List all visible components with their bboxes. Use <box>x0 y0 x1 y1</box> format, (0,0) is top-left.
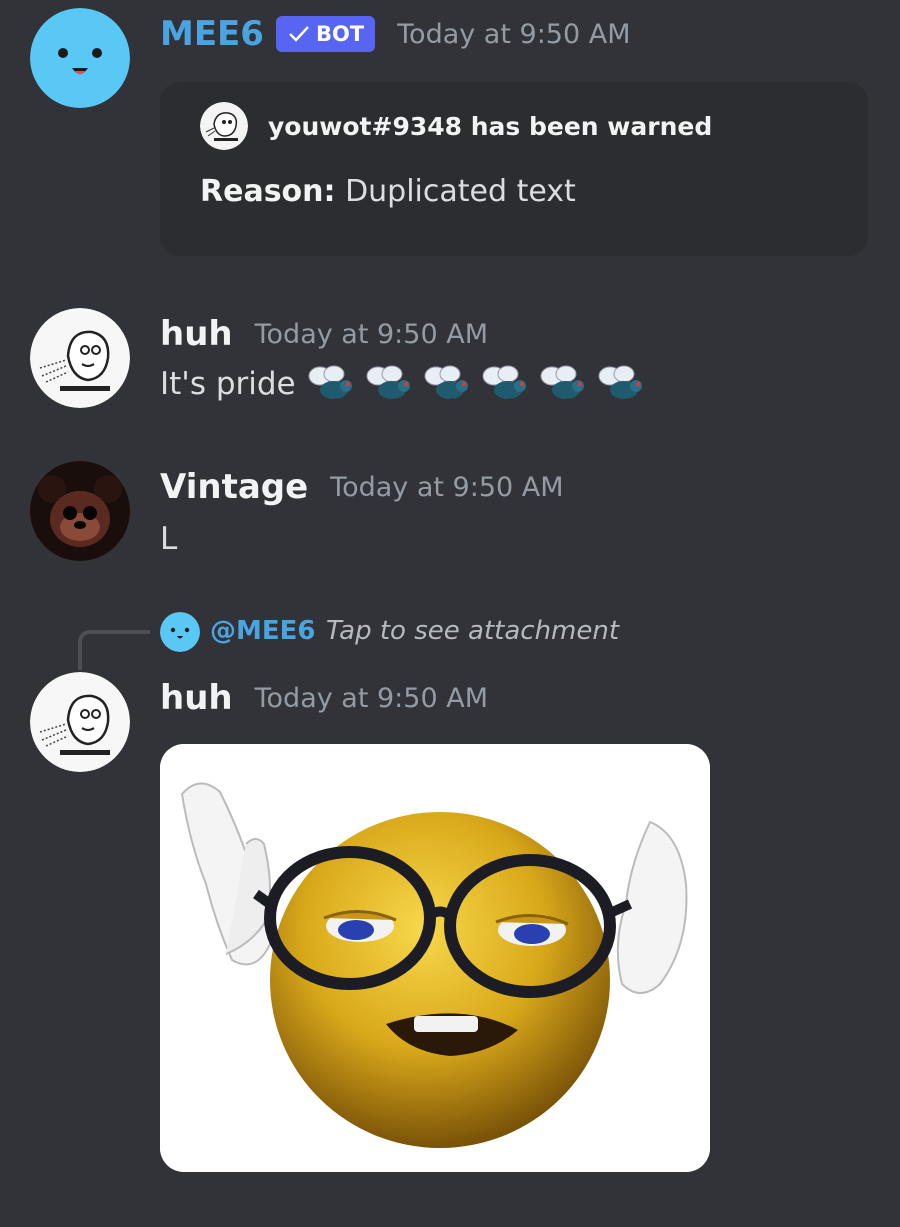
author-name[interactable]: Vintage <box>160 467 308 507</box>
timestamp: Today at 9:50 AM <box>397 18 631 50</box>
image-attachment[interactable] <box>160 744 710 1172</box>
fly-emoji[interactable] <box>422 364 474 404</box>
reply-reference[interactable]: @MEE6 Tap to see attachment <box>0 610 900 670</box>
message-text: It's pride <box>160 366 296 402</box>
fly-emoji[interactable] <box>538 364 590 404</box>
message-huh-1: huh Today at 9:50 AM It's pride <box>0 300 900 420</box>
embed-reason: Reason: Duplicated text <box>200 174 576 209</box>
message-content: It's pride <box>160 364 648 404</box>
reply-avatar <box>160 612 200 652</box>
mee6-avatar[interactable] <box>30 8 130 108</box>
author-name[interactable]: MEE6 <box>160 14 264 54</box>
embed-author: youwot#9348 has been warned <box>200 102 712 150</box>
emoji-row <box>306 364 648 404</box>
checkmark-icon <box>289 26 309 42</box>
fly-emoji[interactable] <box>596 364 648 404</box>
reply-text[interactable]: Tap to see attachment <box>326 616 619 646</box>
timestamp: Today at 9:50 AM <box>254 318 488 350</box>
warn-embed: youwot#9348 has been warned Reason: Dupl… <box>160 82 868 256</box>
bot-badge-label: BOT <box>315 22 365 46</box>
fly-emoji[interactable] <box>480 364 532 404</box>
fly-emoji[interactable] <box>306 364 358 404</box>
message-content: L <box>160 521 177 557</box>
message-mee6: MEE6 BOT Today at 9:50 AM youwot#9348 ha… <box>0 0 900 270</box>
fly-emoji[interactable] <box>364 364 416 404</box>
message-text: L <box>160 521 178 557</box>
embed-author-text: youwot#9348 has been warned <box>268 111 713 141</box>
timestamp: Today at 9:50 AM <box>330 471 564 503</box>
reason-label: Reason: <box>200 174 336 209</box>
huh-avatar[interactable] <box>30 672 130 772</box>
vintage-avatar[interactable] <box>30 461 130 561</box>
author-name[interactable]: huh <box>160 314 233 354</box>
reply-mention[interactable]: @MEE6 <box>210 616 316 646</box>
embed-author-avatar <box>200 102 248 150</box>
bot-badge: BOT <box>275 16 376 52</box>
reason-value: Duplicated text <box>345 174 576 209</box>
huh-avatar[interactable] <box>30 308 130 408</box>
timestamp: Today at 9:50 AM <box>254 682 488 714</box>
message-vintage: Vintage Today at 9:50 AM L <box>0 453 900 573</box>
author-name[interactable]: huh <box>160 678 233 718</box>
